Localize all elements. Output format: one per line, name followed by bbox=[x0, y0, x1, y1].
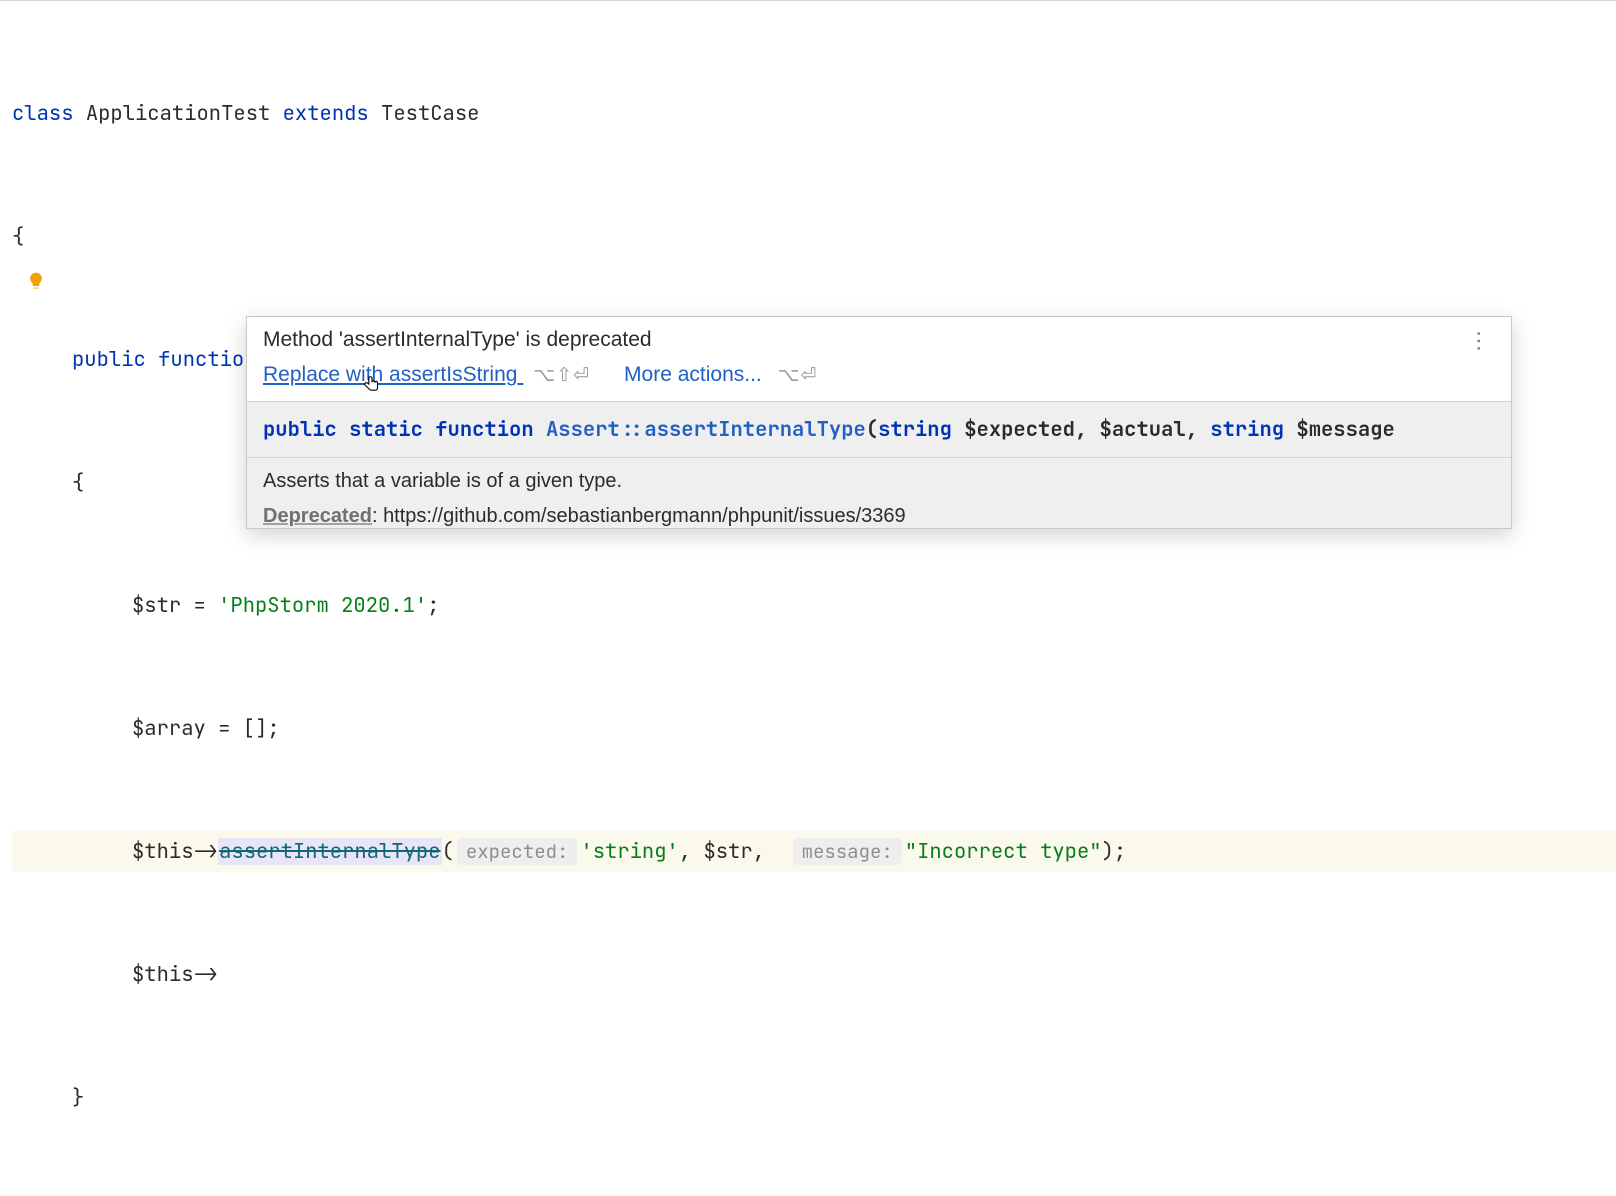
operator: = bbox=[181, 592, 218, 619]
variable: $this bbox=[132, 961, 194, 988]
code-line[interactable]: { bbox=[12, 216, 1616, 257]
popup-signature: public static function Assert::assertInt… bbox=[247, 401, 1511, 458]
intention-bulb-icon[interactable] bbox=[26, 271, 46, 291]
operator: = bbox=[206, 715, 243, 742]
more-actions-link[interactable]: More actions... bbox=[624, 363, 762, 386]
variable: $this bbox=[132, 838, 194, 865]
string-literal: 'string' bbox=[580, 838, 678, 865]
inspection-popup: Method 'assertInternalType' is deprecate… bbox=[246, 316, 1512, 529]
sig-param: $actual bbox=[1100, 416, 1186, 443]
comma: , bbox=[753, 838, 778, 865]
brace-open: { bbox=[12, 223, 24, 250]
paren-open: ( bbox=[442, 838, 454, 865]
sig-keyword: function bbox=[435, 416, 533, 443]
base-class-name: TestCase bbox=[381, 100, 479, 127]
parameter-hint: message: bbox=[793, 838, 902, 865]
sig-scope: :: bbox=[620, 416, 645, 443]
code-area[interactable]: class ApplicationTest extends TestCase {… bbox=[0, 11, 1616, 1196]
sig-comma: , bbox=[1075, 416, 1100, 443]
class-name: ApplicationTest bbox=[86, 100, 271, 127]
popup-title: Method 'assertInternalType' is deprecate… bbox=[263, 328, 652, 352]
more-options-icon[interactable]: ⋯ bbox=[1463, 327, 1495, 353]
string-literal: 'PhpStorm 2020.1' bbox=[218, 592, 427, 619]
keyword-function: function bbox=[158, 346, 256, 373]
sig-class-ref: Assert bbox=[546, 416, 620, 443]
deprecated-url[interactable]: https://github.com/sebastianbergmann/php… bbox=[383, 505, 906, 527]
arrow-operator: -> bbox=[194, 961, 219, 988]
code-line-highlighted[interactable]: $this->assertInternalType(expected:'stri… bbox=[12, 831, 1616, 872]
more-actions-shortcut: ⌥⏎ bbox=[778, 365, 818, 386]
string-literal: "Incorrect type" bbox=[905, 838, 1102, 865]
sig-type: string bbox=[878, 416, 952, 443]
deprecated-sep: : bbox=[372, 505, 383, 527]
deprecated-method-call: assertInternalType bbox=[218, 838, 441, 865]
popup-doc-text: Asserts that a variable is of a given ty… bbox=[247, 458, 1511, 495]
variable: $str bbox=[703, 838, 752, 865]
sig-method: assertInternalType bbox=[644, 416, 865, 443]
deprecated-label: Deprecated bbox=[263, 505, 372, 527]
semicolon: ; bbox=[427, 592, 439, 619]
paren-close: ); bbox=[1102, 838, 1127, 865]
code-line[interactable]: $this-> bbox=[12, 954, 1616, 995]
quickfix-link[interactable]: Replace with assertIsString bbox=[263, 363, 523, 386]
code-line[interactable]: $array = []; bbox=[12, 708, 1616, 749]
keyword-public: public bbox=[72, 346, 146, 373]
keyword-extends: extends bbox=[283, 100, 369, 127]
code-line[interactable]: $str = 'PhpStorm 2020.1'; bbox=[12, 585, 1616, 626]
parameter-hint: expected: bbox=[457, 838, 578, 865]
sig-paren: ( bbox=[866, 416, 878, 443]
sig-keyword: static bbox=[349, 416, 423, 443]
semicolon: ; bbox=[267, 715, 279, 742]
sig-param: $expected bbox=[964, 416, 1075, 443]
variable: $str bbox=[132, 592, 181, 619]
popup-actions-row: Replace with assertIsString ⌥⇧⏎ More act… bbox=[247, 359, 1511, 401]
brace-open: { bbox=[72, 469, 84, 496]
code-line[interactable]: } bbox=[12, 1077, 1616, 1118]
code-line[interactable]: class ApplicationTest extends TestCase bbox=[12, 93, 1616, 134]
comma: , bbox=[679, 838, 704, 865]
quickfix-label: Replace with assertIsString bbox=[263, 363, 517, 386]
keyword-class: class bbox=[12, 100, 74, 127]
sig-param: $message bbox=[1296, 416, 1394, 443]
popup-deprecated-row: Deprecated: https://github.com/sebastian… bbox=[247, 495, 1511, 528]
variable: $array bbox=[132, 715, 206, 742]
code-editor[interactable]: class ApplicationTest extends TestCase {… bbox=[0, 0, 1616, 1196]
arrow-operator: -> bbox=[194, 838, 219, 865]
sig-comma: , bbox=[1186, 416, 1211, 443]
quickfix-shortcut: ⌥⇧⏎ bbox=[533, 365, 590, 386]
sig-type: string bbox=[1210, 416, 1284, 443]
array-literal: [] bbox=[243, 715, 268, 742]
sig-keyword: public bbox=[263, 416, 337, 443]
popup-header: Method 'assertInternalType' is deprecate… bbox=[247, 317, 1511, 359]
brace-close: } bbox=[72, 1084, 84, 1111]
